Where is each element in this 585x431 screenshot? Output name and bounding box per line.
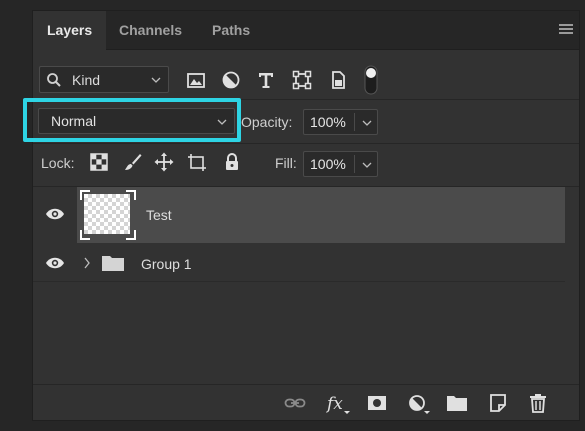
lock-all-icon[interactable] [222, 152, 242, 172]
tab-channels[interactable]: Channels [105, 11, 196, 49]
chevron-down-icon [150, 73, 162, 89]
layer-row[interactable]: Test [33, 187, 565, 243]
layer-name[interactable]: Test [146, 207, 172, 223]
panel-tab-bar: Layers Channels Paths [33, 11, 579, 50]
opacity-value: 100% [310, 114, 346, 130]
layers-panel: Layers Channels Paths Kind Normal Opacit… [23, 10, 580, 421]
highlight-box [23, 98, 241, 142]
link-layers-icon[interactable] [284, 393, 306, 413]
smart-object-filter-icon[interactable] [327, 69, 349, 91]
delete-layer-icon[interactable] [527, 393, 549, 413]
chevron-down-icon[interactable] [361, 116, 373, 132]
lock-label: Lock: [41, 155, 75, 171]
adjustment-layer-icon[interactable] [407, 393, 430, 414]
shape-filter-icon[interactable] [291, 69, 313, 91]
lock-transparent-pixels-icon[interactable] [89, 152, 109, 172]
search-icon [46, 72, 62, 91]
new-group-icon[interactable] [446, 393, 468, 413]
fill-field[interactable]: 100% [303, 151, 378, 177]
image-filter-icon[interactable] [185, 69, 207, 91]
layer-thumbnail[interactable] [80, 190, 136, 240]
filter-toggle-icon[interactable] [364, 65, 378, 95]
fill-label: Fill: [275, 155, 297, 171]
divider [33, 143, 579, 144]
panel-bottom-bar: fx [33, 384, 579, 420]
fx-icon[interactable]: fx [325, 393, 350, 414]
tab-paths[interactable]: Paths [198, 11, 264, 49]
panel-menu-icon[interactable] [559, 24, 573, 36]
lock-position-icon[interactable] [154, 152, 174, 172]
folder-icon [101, 254, 125, 275]
chevron-right-icon[interactable] [83, 256, 91, 273]
type-filter-icon[interactable] [255, 69, 277, 91]
lock-image-pixels-icon[interactable] [123, 152, 143, 172]
tab-layers[interactable]: Layers [33, 11, 107, 50]
fill-value: 100% [310, 156, 346, 172]
filter-kind-label: Kind [72, 72, 101, 88]
lock-artboard-icon[interactable] [187, 152, 207, 172]
new-layer-icon[interactable] [487, 393, 509, 413]
layer-name[interactable]: Group 1 [141, 256, 192, 272]
opacity-label: Opacity: [241, 114, 293, 130]
add-mask-icon[interactable] [366, 393, 388, 413]
filter-kind-select[interactable]: Kind [39, 66, 169, 93]
chevron-down-icon[interactable] [361, 158, 373, 174]
adjustment-filter-icon[interactable] [220, 69, 242, 91]
layer-row[interactable]: Group 1 [33, 244, 565, 282]
eye-visibility-icon[interactable] [45, 256, 65, 273]
opacity-field[interactable]: 100% [303, 109, 378, 135]
svg-text:fx: fx [326, 394, 343, 414]
eye-visibility-icon[interactable] [45, 207, 65, 224]
